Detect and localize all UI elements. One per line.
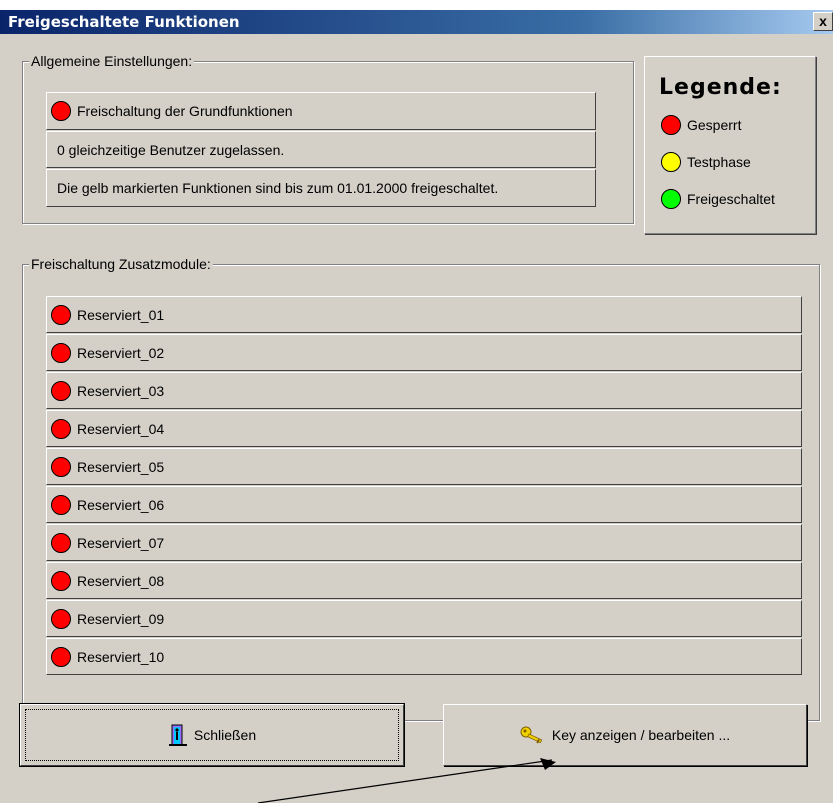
legend-label-locked: Gesperrt [687,117,742,133]
legend-panel: Legende: Gesperrt Testphase Freigeschalt… [644,56,816,234]
legend-item-unlocked: Freigeschaltet [661,189,775,209]
module-row[interactable]: Reserviert_02 [46,334,802,371]
module-row[interactable]: Reserviert_09 [46,600,802,637]
module-label: Reserviert_02 [77,344,165,361]
note-text: Die gelb markierten Funktionen sind bis … [57,180,499,196]
general-settings-label: Allgemeine Einstellungen: [29,53,195,69]
module-label: Reserviert_05 [77,458,165,475]
status-red-icon [51,418,71,439]
module-row[interactable]: Reserviert_10 [46,638,802,675]
exit-door-icon [168,724,188,746]
legend-item-trial: Testphase [661,152,751,172]
key-button-label: Key anzeigen / bearbeiten ... [551,727,731,743]
key-icon [520,726,546,744]
close-button[interactable]: Schließen [19,703,405,767]
module-row[interactable]: Reserviert_07 [46,524,802,561]
legend-item-locked: Gesperrt [661,115,741,135]
module-row[interactable]: Reserviert_06 [46,486,802,523]
status-red-icon [51,304,71,325]
users-text: 0 gleichzeitige Benutzer zugelassen. [57,141,285,158]
status-red-icon [51,608,71,629]
module-label: Reserviert_06 [77,496,165,513]
note-row: Die gelb markierten Funktionen sind bis … [46,169,596,207]
status-red-icon [51,532,71,553]
legend-label-unlocked: Freigeschaltet [687,191,775,207]
close-window-button[interactable]: x [813,12,833,31]
legend-title: Legende: [659,75,782,100]
module-row[interactable]: Reserviert_08 [46,562,802,599]
status-red-icon [51,646,71,667]
close-button-label: Schließen [193,727,257,743]
red-circle-icon [661,115,681,135]
basic-functions-row[interactable]: Freischaltung der Grundfunktionen [46,92,596,130]
users-row: 0 gleichzeitige Benutzer zugelassen. [46,131,596,168]
status-red-icon [51,101,71,121]
module-label: Reserviert_04 [77,420,165,437]
module-label: Reserviert_10 [77,648,165,665]
status-red-icon [51,456,71,477]
key-edit-button[interactable]: Key anzeigen / bearbeiten ... [443,704,807,766]
module-row[interactable]: Reserviert_01 [46,296,802,333]
window-title: Freigeschaltete Funktionen [8,13,240,31]
title-bar: Freigeschaltete Funktionen x [0,10,833,34]
module-label: Reserviert_01 [77,306,165,323]
module-row[interactable]: Reserviert_04 [46,410,802,447]
yellow-circle-icon [661,152,681,172]
status-red-icon [51,342,71,363]
legend-label-trial: Testphase [687,154,751,170]
status-red-icon [51,570,71,591]
status-red-icon [51,494,71,515]
basic-functions-label: Freischaltung der Grundfunktionen [77,103,293,119]
module-label: Reserviert_07 [77,534,165,551]
module-label: Reserviert_08 [77,572,165,589]
modules-label: Freischaltung Zusatzmodule: [29,256,213,272]
module-row[interactable]: Reserviert_05 [46,448,802,485]
dialog-body: Allgemeine Einstellungen: Freischaltung … [0,34,833,803]
module-row[interactable]: Reserviert_03 [46,372,802,409]
module-label: Reserviert_09 [77,610,165,627]
green-circle-icon [661,189,681,209]
status-red-icon [51,380,71,401]
module-label: Reserviert_03 [77,382,165,399]
